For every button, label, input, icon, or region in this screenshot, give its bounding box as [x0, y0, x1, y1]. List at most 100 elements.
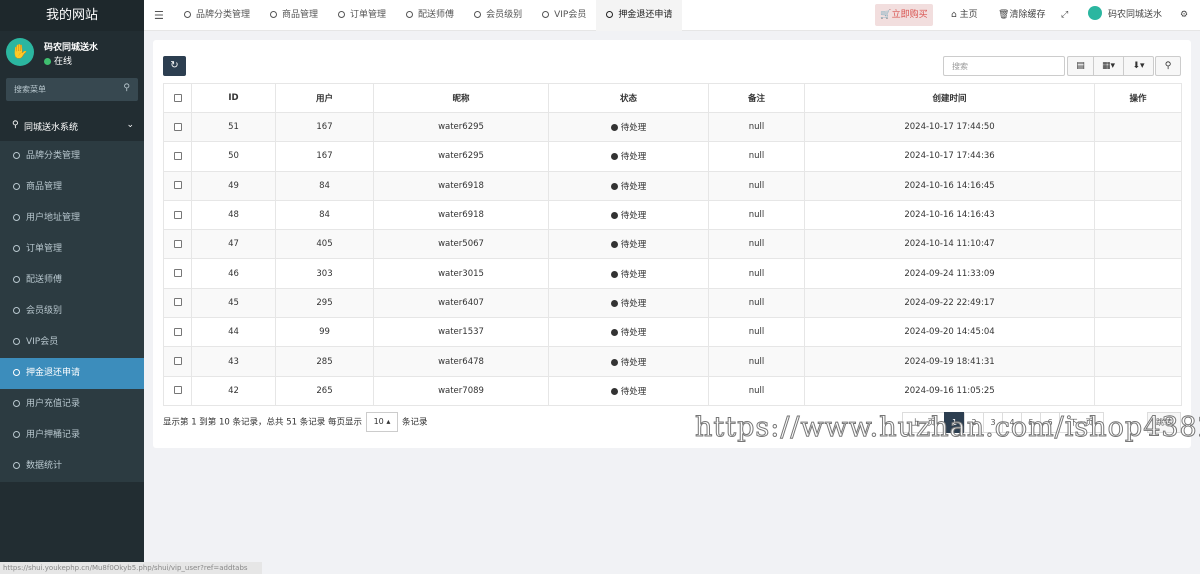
sidebar-item[interactable]: 会员级别	[0, 296, 144, 327]
sidebar-item[interactable]: 用户押桶记录	[0, 420, 144, 451]
home-icon: ⌂	[951, 10, 960, 20]
sidebar-item[interactable]: 用户充值记录	[0, 389, 144, 420]
cell-status: 待处理	[548, 375, 709, 406]
cell-created: 2024-09-22 22:49:17	[804, 287, 1095, 319]
toggle-view-button[interactable]: ▤	[1067, 56, 1094, 76]
fullscreen-icon[interactable]: ⤢	[1061, 0, 1068, 31]
cell-nickname: water6918	[373, 199, 549, 231]
column-header[interactable]: ID	[191, 83, 276, 113]
user-menu-label: 码农同城送水	[1108, 10, 1163, 20]
circle-icon	[406, 11, 414, 18]
refresh-button[interactable]: ↻	[163, 56, 186, 76]
nav-tab[interactable]: 配送师傅	[396, 0, 464, 31]
column-header[interactable]: 昵称	[373, 83, 549, 113]
nav-tab[interactable]: 订单管理	[328, 0, 396, 31]
row-checkbox[interactable]	[173, 239, 182, 248]
refresh-icon: ↻	[170, 60, 179, 71]
table-row[interactable]: 46 303 water3015 待处理 null 2024-09-24 11:33:09	[163, 258, 1182, 289]
sidebar-item[interactable]: 订单管理	[0, 234, 144, 265]
table-row[interactable]: 47 405 water5067 待处理 null 2024-10-14 11:10:47	[163, 229, 1182, 260]
sidebar-item[interactable]: 用户地址管理	[0, 203, 144, 234]
row-checkbox[interactable]	[173, 210, 182, 219]
row-checkbox[interactable]	[173, 386, 182, 395]
table-row[interactable]: 43 285 water6478 待处理 null 2024-09-19 18:41:31	[163, 346, 1182, 377]
row-checkbox[interactable]	[173, 327, 182, 336]
avatar: ✋	[6, 38, 34, 66]
nav-tab[interactable]: 押金退还申请	[596, 0, 683, 31]
page-size-select[interactable]: 10 ▴	[365, 412, 398, 432]
cell-id: 42	[191, 375, 276, 406]
table-row[interactable]: 42 265 water7089 待处理 null 2024-09-16 11:05:25	[163, 375, 1182, 406]
column-header[interactable]: 状态	[548, 83, 709, 113]
user-menu[interactable]: 码农同城送水	[1088, 0, 1162, 31]
cell-status: 待处理	[548, 287, 709, 319]
sidebar-item[interactable]: 品牌分类管理	[0, 141, 144, 172]
circle-icon	[13, 245, 20, 252]
status-dot-icon	[610, 153, 618, 161]
row-checkbox[interactable]	[173, 122, 182, 131]
cell-user: 167	[275, 111, 374, 143]
status-label: 待处理	[620, 357, 647, 368]
column-header[interactable]: 操作	[1094, 83, 1182, 113]
status-label: 待处理	[620, 298, 647, 309]
sidebar-item-label: 用户充值记录	[26, 399, 81, 409]
menu-toggle-icon[interactable]: ☰	[154, 9, 164, 22]
chevron-down-icon: ⌄	[126, 120, 134, 130]
sidebar-item[interactable]: VIP会员	[0, 327, 144, 358]
columns-button[interactable]: ▦▾	[1093, 56, 1124, 76]
sidebar-item[interactable]: 配送师傅	[0, 265, 144, 296]
settings-icon[interactable]: ⚙	[1180, 0, 1188, 31]
site-title[interactable]: 我的网站	[0, 0, 144, 31]
export-button[interactable]: ⬇▾	[1123, 56, 1154, 76]
nav-tab[interactable]: 会员级别	[464, 0, 532, 31]
common-search-button[interactable]: ⚲	[1155, 56, 1181, 76]
home-link[interactable]: ⌂ 主页	[951, 0, 978, 31]
nav-tab[interactable]: 商品管理	[260, 0, 328, 31]
status-dot-icon	[610, 329, 618, 337]
table-row[interactable]: 51 167 water6295 待处理 null 2024-10-17 17:44:50	[163, 111, 1182, 143]
column-header[interactable]: 用户	[275, 83, 374, 113]
row-checkbox[interactable]	[173, 298, 182, 307]
page-size-value: 10	[373, 417, 384, 426]
row-checkbox[interactable]	[173, 151, 182, 160]
table-search-input[interactable]	[943, 56, 1065, 76]
nav-tab[interactable]: VIP会员	[532, 0, 596, 31]
cell-nickname: water6918	[373, 170, 549, 201]
table-row[interactable]: 44 99 water1537 待处理 null 2024-09-20 14:45:04	[163, 317, 1182, 348]
table-row[interactable]: 45 295 water6407 待处理 null 2024-09-22 22:49:17	[163, 287, 1182, 319]
sidebar-item[interactable]: 押金退还申请	[0, 358, 144, 389]
sidebar-item[interactable]: 商品管理	[0, 172, 144, 203]
cell-id: 44	[191, 317, 276, 348]
table-row[interactable]: 48 84 water6918 待处理 null 2024-10-16 14:16:43	[163, 199, 1182, 231]
cell-actions	[1094, 258, 1182, 289]
search-icon[interactable]: ⚲	[123, 83, 130, 93]
download-icon: ⬇▾	[1132, 61, 1145, 71]
sidebar-search-input[interactable]: 搜索菜单 ⚲	[6, 78, 138, 101]
table-row[interactable]: 49 84 water6918 待处理 null 2024-10-16 14:16:45	[163, 170, 1182, 201]
circle-icon	[338, 11, 346, 18]
cell-actions	[1094, 229, 1182, 260]
browser-status-url: https://shui.youkephp.cn/Mu8f0Okyb5.php/…	[0, 562, 262, 574]
buy-now-button[interactable]: 🛒立即购买	[875, 4, 933, 26]
sidebar-item[interactable]: 数据统计	[0, 451, 144, 482]
circle-icon	[13, 369, 20, 376]
table-row[interactable]: 50 167 water6295 待处理 null 2024-10-17 17:44:36	[163, 141, 1182, 172]
sidebar-item-label: 用户地址管理	[26, 213, 81, 223]
row-select-cell	[163, 287, 192, 319]
cell-id: 43	[191, 346, 276, 377]
cell-note: null	[708, 111, 805, 143]
column-header[interactable]: 备注	[708, 83, 805, 113]
select-all-cell	[163, 83, 192, 113]
select-all-checkbox[interactable]	[173, 93, 182, 102]
circle-icon	[606, 11, 614, 18]
cell-created: 2024-10-16 14:16:43	[804, 199, 1095, 231]
row-checkbox[interactable]	[173, 181, 182, 190]
nav-tab[interactable]: 品牌分类管理	[174, 0, 260, 31]
menu-group-header[interactable]: ⚲ 同城送水系统 ⌄	[0, 110, 144, 141]
sidebar-item-label: 品牌分类管理	[26, 151, 81, 161]
column-header[interactable]: 创建时间	[804, 83, 1095, 113]
row-checkbox[interactable]	[173, 357, 182, 366]
row-checkbox[interactable]	[173, 269, 182, 278]
clear-cache-link[interactable]: 🗑清除缓存	[998, 0, 1045, 31]
circle-icon	[474, 11, 482, 18]
